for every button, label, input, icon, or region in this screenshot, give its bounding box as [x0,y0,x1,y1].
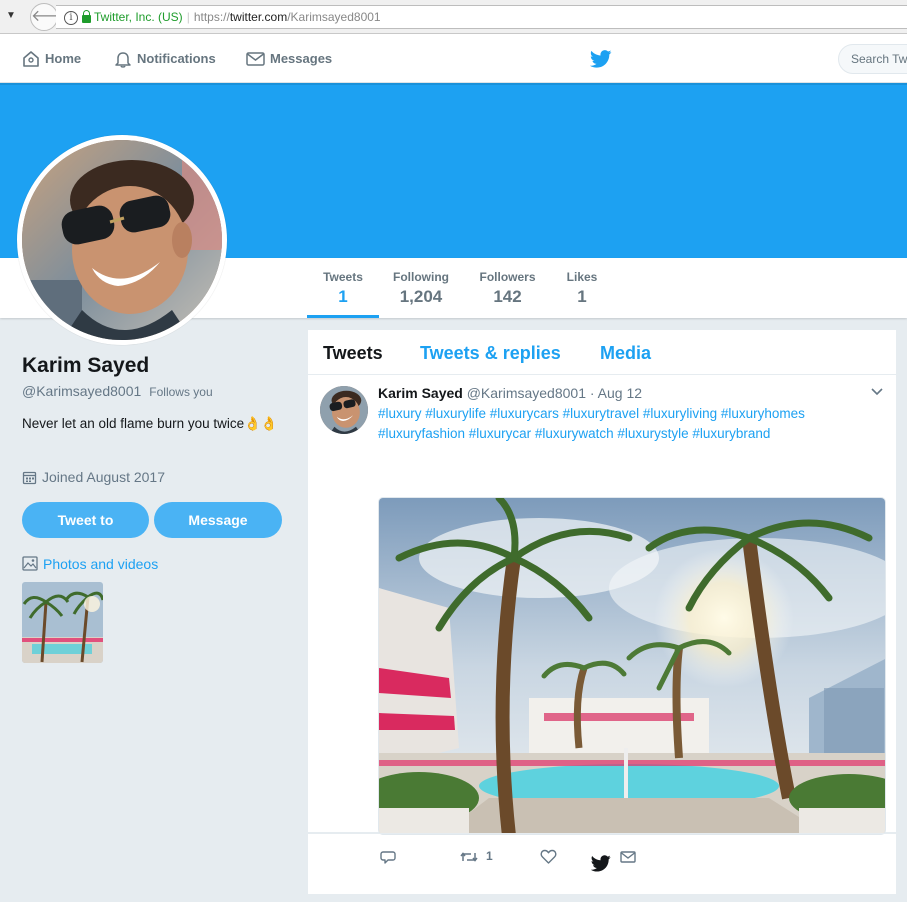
url-path: /Karimsayed8001 [287,10,381,24]
search-input[interactable]: Search Twitter [838,44,907,74]
profile-avatar[interactable] [17,135,227,345]
stat-following-label: Following [393,270,449,284]
tab-media[interactable]: Media [600,343,651,364]
home-icon [23,50,39,67]
tweet-item[interactable]: Karim Sayed @Karimsayed8001 · Aug 12 #lu… [308,375,896,865]
profile-handle[interactable]: @Karimsayed8001 [22,383,141,399]
tweet-avatar[interactable] [320,386,368,434]
twitter-bird-icon [591,855,611,872]
tweet-header: Karim Sayed @Karimsayed8001 · Aug 12 [378,385,642,401]
media-thumbnail[interactable] [22,582,103,663]
url-separator: | [186,10,190,24]
tab-tweets[interactable]: Tweets [323,343,383,364]
url-host: twitter.com [229,10,288,24]
follows-you-badge: Follows you [149,385,213,399]
tab-tweets-and-replies[interactable]: Tweets & replies [420,343,561,364]
url-scheme: https:// [193,10,230,24]
nav-notifications[interactable]: Notifications [114,34,216,83]
timeline-tabs: Tweets Tweets & replies Media [308,330,896,375]
nav-home-label: Home [45,51,82,66]
site-identity: Twitter, Inc. (US) [94,10,183,24]
nav-messages[interactable]: Messages [246,34,332,83]
top-navigation: Home Notifications Messages Search Twitt… [0,34,907,83]
timeline-footer [308,833,896,894]
nav-home[interactable]: Home [22,34,81,83]
lock-icon [82,9,91,23]
timeline: Tweets Tweets & replies Media Karim Saye… [308,330,896,894]
stat-tweets[interactable]: Tweets 1 [307,258,379,318]
photo-icon [22,556,38,571]
nav-notifications-label: Notifications [137,51,216,66]
chevron-down-icon[interactable] [870,387,884,397]
tweet-photo[interactable] [378,497,886,835]
stat-followers-value: 142 [493,287,522,306]
stat-tweets-label: Tweets [323,270,363,284]
tweet-author-meta: @Karimsayed8001 · Aug 12 [462,385,643,401]
profile-handle-row: @Karimsayed8001 Follows you [22,383,213,399]
calendar-icon [22,471,37,484]
avatar-photo [22,140,222,340]
history-dropdown-icon[interactable]: ▼ [6,10,16,21]
tweet-author-name[interactable]: Karim Sayed [378,385,463,401]
browser-address-bar: ▼ 🡐 i Twitter, Inc. (US) | https://twitter.… [0,0,907,34]
profile-name: Karim Sayed [22,354,150,377]
profile-joined-text: Joined August 2017 [42,469,165,485]
profile-bio: Never let an old flame burn you twice👌👌 [22,416,278,431]
profile-joined: Joined August 2017 [22,469,165,486]
back-button[interactable]: 🡐 [30,3,74,31]
site-info-icon[interactable]: i [64,10,78,25]
stat-following[interactable]: Following 1,204 [385,258,457,318]
bell-icon [115,51,131,68]
message-button[interactable]: Message [154,502,282,538]
nav-messages-label: Messages [270,51,333,66]
tweet-text[interactable]: #luxury #luxurylife #luxurycars #luxuryt… [378,404,848,444]
photos-and-videos-label: Photos and videos [43,556,159,572]
stat-followers-label: Followers [479,270,536,284]
stat-likes-value: 1 [577,287,587,306]
tweet-to-button[interactable]: Tweet to [22,502,149,538]
envelope-icon [246,51,265,66]
photos-and-videos-link[interactable]: Photos and videos [22,556,158,573]
url-field[interactable]: i Twitter, Inc. (US) | https://twitter.com/… [56,5,907,29]
stat-following-value: 1,204 [399,287,443,306]
stat-followers[interactable]: Followers 142 [470,258,545,318]
twitter-bird-icon[interactable] [590,50,612,68]
stat-likes[interactable]: Likes 1 [553,258,611,318]
stat-likes-label: Likes [566,270,598,284]
stat-tweets-value: 1 [338,287,348,306]
